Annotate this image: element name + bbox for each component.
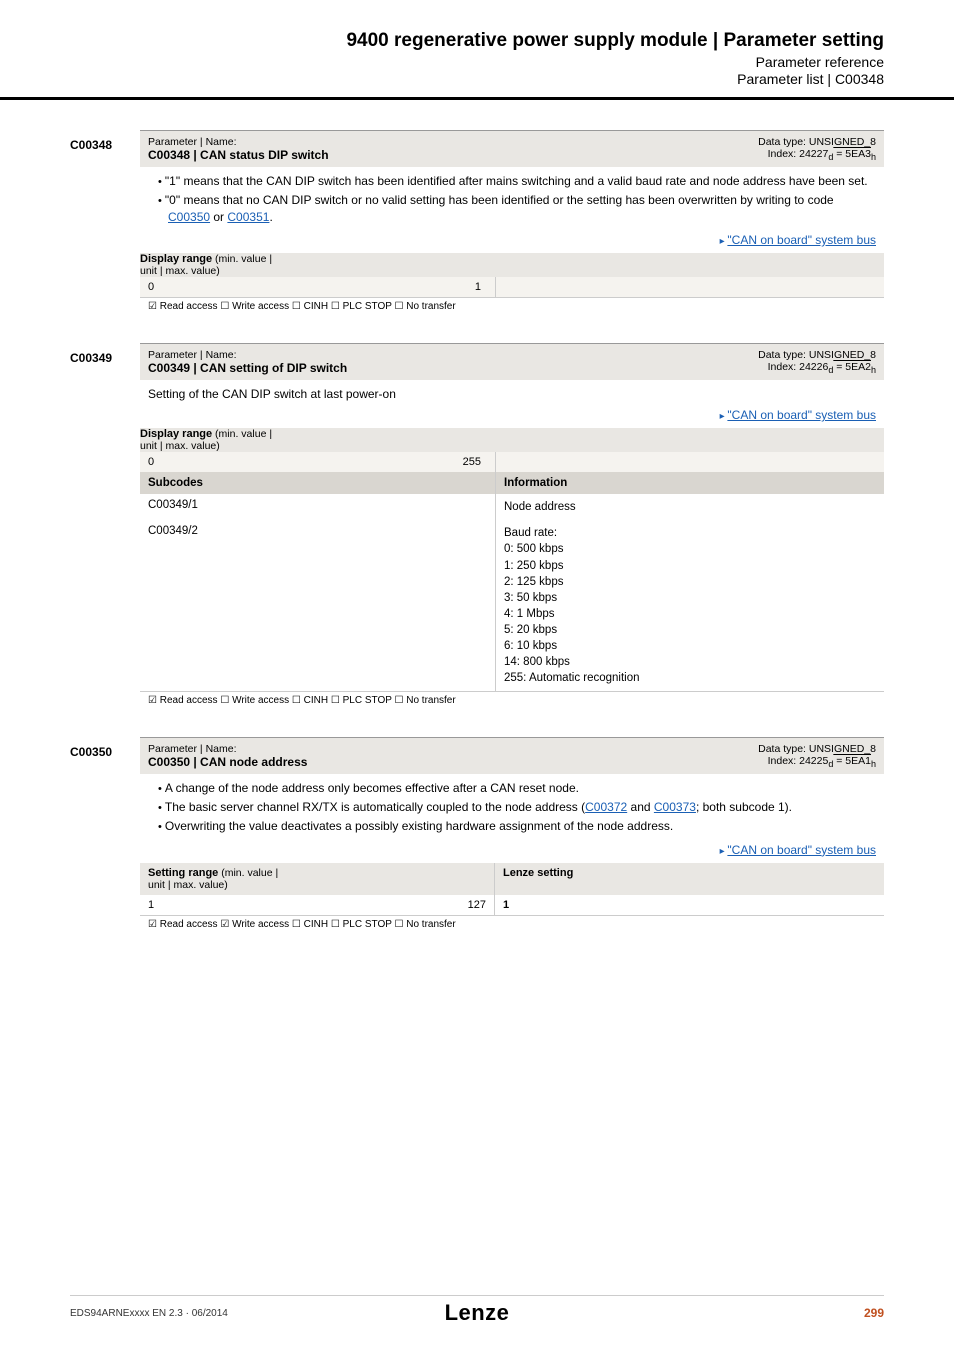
- subcode-info: Node address: [495, 494, 884, 520]
- footer-logo: Lenze: [445, 1300, 510, 1326]
- subcode-info: Baud rate: 0: 500 kbps 1: 250 kbps 2: 12…: [495, 520, 884, 691]
- access-flags: ☑ Read access ☐ Write access ☐ CINH ☐ PL…: [140, 691, 884, 709]
- param-name: C00348 | CAN status DIP switch: [148, 148, 329, 162]
- page-title: 9400 regenerative power supply module | …: [70, 30, 884, 52]
- desc-item: Overwriting the value deactivates a poss…: [158, 818, 876, 835]
- subcode-code: C00349/2: [140, 520, 495, 691]
- link-c00372[interactable]: C00372: [585, 800, 627, 814]
- param-block-c00348: C00348 Parameter | Name: C00348 | CAN st…: [70, 130, 884, 315]
- param-name-label: Parameter | Name:: [148, 349, 347, 361]
- lenze-setting-value: 1: [495, 895, 884, 915]
- param-id: C00349: [70, 343, 140, 709]
- param-description: "1" means that the CAN DIP switch has be…: [140, 167, 884, 231]
- setting-range-min: 1: [140, 895, 290, 915]
- desc-item: The basic server channel RX/TX is automa…: [158, 799, 876, 816]
- footer-pagenum: 299: [864, 1306, 884, 1320]
- page-subtitle-1: Parameter reference: [70, 54, 884, 70]
- desc-item: A change of the node address only become…: [158, 780, 876, 797]
- access-flags: ☑ Read access ☑ Write access ☐ CINH ☐ PL…: [140, 915, 884, 933]
- display-range-label: Display range (min. value | unit | max. …: [140, 428, 290, 452]
- link-can-on-board[interactable]: "CAN on board" system bus: [727, 408, 876, 422]
- param-name: C00349 | CAN setting of DIP switch: [148, 361, 347, 375]
- link-can-on-board[interactable]: "CAN on board" system bus: [727, 843, 876, 857]
- param-name-label: Parameter | Name:: [148, 136, 329, 148]
- footer-docid: EDS94ARNExxxx EN 2.3 · 06/2014: [70, 1308, 228, 1319]
- desc-item: "1" means that the CAN DIP switch has be…: [158, 173, 876, 190]
- desc-item: "0" means that no CAN DIP switch or no v…: [158, 192, 876, 225]
- link-c00373[interactable]: C00373: [654, 800, 696, 814]
- param-id: C00348: [70, 130, 140, 315]
- subcodes-header: Subcodes: [140, 472, 495, 494]
- subcode-code: C00349/1: [140, 494, 495, 520]
- link-c00350[interactable]: C00350: [168, 210, 210, 224]
- display-range-min: 0: [140, 452, 290, 472]
- display-range-max: 1: [290, 277, 495, 297]
- param-dtype: Data type: UNSIGNED_8 Index: 24225d = 5E…: [307, 743, 876, 769]
- param-description: Setting of the CAN DIP switch at last po…: [140, 380, 884, 406]
- lenze-setting-label: Lenze setting: [495, 863, 884, 895]
- param-name-label: Parameter | Name:: [148, 743, 307, 755]
- link-can-on-board[interactable]: "CAN on board" system bus: [727, 233, 876, 247]
- param-description: A change of the node address only become…: [140, 774, 884, 841]
- param-name: C00350 | CAN node address: [148, 755, 307, 769]
- display-range-max: 255: [290, 452, 495, 472]
- param-dtype: Data type: UNSIGNED_8 Index: 24226d = 5E…: [347, 349, 876, 375]
- page-footer: EDS94ARNExxxx EN 2.3 · 06/2014 Lenze 299: [70, 1295, 884, 1320]
- param-id: C00350: [70, 737, 140, 933]
- display-range-label: Display range (min. value | unit | max. …: [140, 253, 290, 277]
- setting-range-label: Setting range (min. value | unit | max. …: [140, 863, 290, 895]
- header-divider: [0, 97, 954, 100]
- param-block-c00350: C00350 Parameter | Name: C00350 | CAN no…: [70, 737, 884, 933]
- setting-range-max: 127: [290, 895, 495, 915]
- page-subtitle-2: Parameter list | C00348: [70, 71, 884, 87]
- display-range-min: 0: [140, 277, 290, 297]
- information-header: Information: [495, 472, 884, 494]
- access-flags: ☑ Read access ☐ Write access ☐ CINH ☐ PL…: [140, 297, 884, 315]
- link-c00351[interactable]: C00351: [227, 210, 269, 224]
- param-block-c00349: C00349 Parameter | Name: C00349 | CAN se…: [70, 343, 884, 709]
- param-dtype: Data type: UNSIGNED_8 Index: 24227d = 5E…: [329, 136, 876, 162]
